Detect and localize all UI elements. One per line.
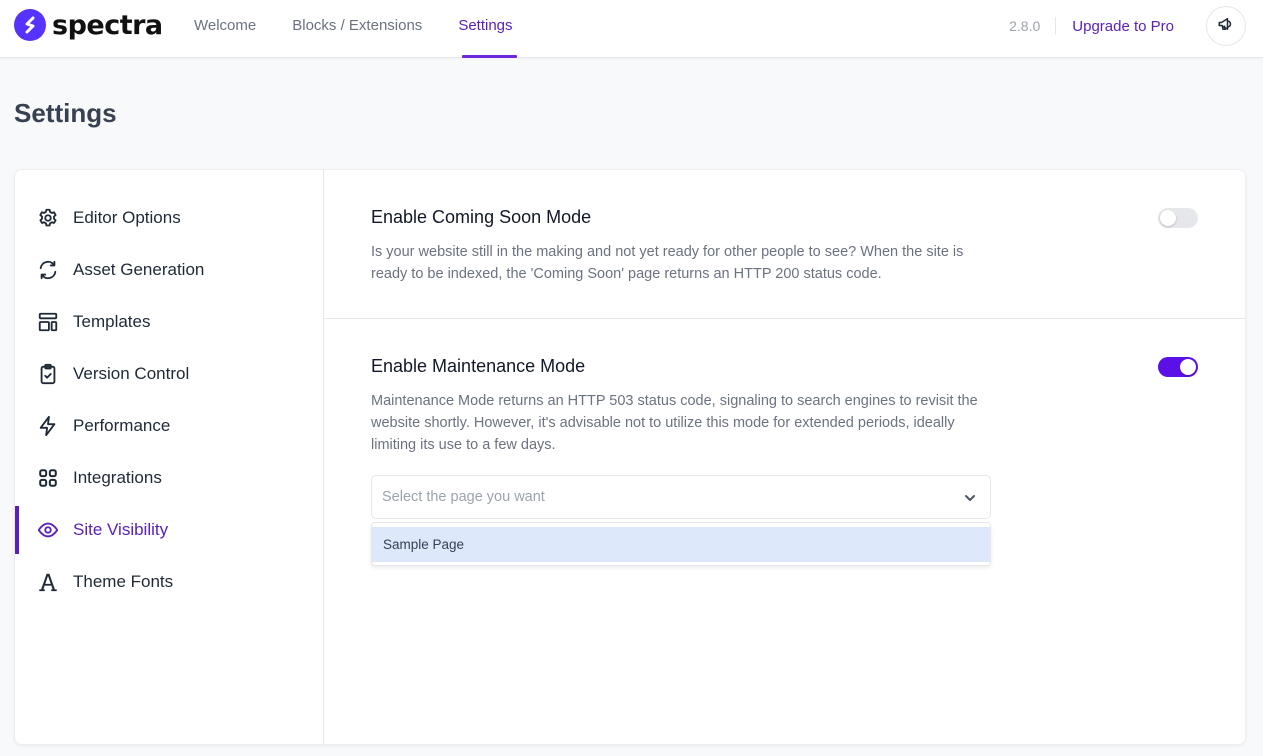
- page-title: Settings: [14, 98, 117, 128]
- spectra-logo-icon: [14, 9, 46, 41]
- refresh-icon: [37, 259, 59, 281]
- coming-soon-section: Enable Coming Soon Mode Is your website …: [324, 170, 1245, 319]
- gear-icon: [37, 207, 59, 229]
- megaphone-icon: [1217, 15, 1235, 38]
- sidebar-item-templates[interactable]: Templates: [15, 298, 323, 346]
- sidebar-item-performance[interactable]: Performance: [15, 402, 323, 450]
- sidebar-item-editor-options[interactable]: Editor Options: [15, 194, 323, 242]
- grid-icon: [37, 467, 59, 489]
- page-options-dropdown: Sample Page: [371, 522, 991, 566]
- sidebar-item-label: Performance: [73, 416, 171, 435]
- spectra-logo[interactable]: spectra: [14, 9, 163, 41]
- tab-blocks-extensions[interactable]: Blocks / Extensions: [274, 0, 440, 58]
- settings-sidebar: Editor Options Asset Generation Template…: [15, 170, 324, 744]
- sidebar-item-label: Templates: [73, 312, 151, 331]
- upgrade-to-pro-link[interactable]: Upgrade to Pro: [1072, 18, 1174, 35]
- sidebar-item-label: Theme Fonts: [73, 572, 174, 591]
- font-icon: [37, 571, 59, 593]
- announcements-button[interactable]: [1206, 6, 1246, 46]
- lightning-icon: [37, 415, 59, 437]
- brand-name: spectra: [52, 9, 163, 41]
- sidebar-item-label: Asset Generation: [73, 260, 205, 279]
- sidebar-item-label: Site Visibility: [73, 520, 169, 539]
- coming-soon-toggle[interactable]: [1158, 208, 1198, 228]
- maintenance-description: Maintenance Mode returns an HTTP 503 sta…: [371, 393, 978, 453]
- maintenance-page-select[interactable]: Select the page you want: [371, 475, 991, 519]
- chevron-down-icon: [962, 490, 978, 506]
- sidebar-item-label: Integrations: [73, 468, 162, 487]
- sidebar-item-version-control[interactable]: Version Control: [15, 350, 323, 398]
- tab-welcome[interactable]: Welcome: [176, 0, 274, 58]
- sidebar-item-site-visibility[interactable]: Site Visibility: [15, 506, 323, 554]
- tab-settings[interactable]: Settings: [440, 0, 530, 58]
- template-icon: [37, 311, 59, 333]
- sidebar-item-label: Editor Options: [73, 208, 181, 227]
- coming-soon-description: Is your website still in the making and …: [371, 244, 964, 282]
- main-nav: Welcome Blocks / Extensions Settings: [176, 0, 531, 58]
- select-placeholder: Select the page you want: [382, 489, 545, 505]
- settings-card: Editor Options Asset Generation Template…: [14, 169, 1246, 745]
- settings-content: Enable Coming Soon Mode Is your website …: [324, 170, 1245, 744]
- dropdown-option-sample-page[interactable]: Sample Page: [372, 527, 990, 562]
- header-tools: 2.8.0 Upgrade to Pro: [1009, 6, 1246, 46]
- toggle-knob: [1160, 210, 1176, 226]
- maintenance-toggle[interactable]: [1158, 357, 1198, 377]
- toggle-knob: [1180, 359, 1196, 375]
- sidebar-item-label: Version Control: [73, 364, 190, 383]
- top-nav-bar: spectra Welcome Blocks / Extensions Sett…: [0, 0, 1263, 58]
- version-label: 2.8.0: [1009, 17, 1057, 35]
- sidebar-item-theme-fonts[interactable]: Theme Fonts: [15, 558, 323, 606]
- sidebar-item-asset-generation[interactable]: Asset Generation: [15, 246, 323, 294]
- clipboard-check-icon: [37, 363, 59, 385]
- maintenance-title: Enable Maintenance Mode: [371, 356, 586, 376]
- sidebar-item-integrations[interactable]: Integrations: [15, 454, 323, 502]
- coming-soon-title: Enable Coming Soon Mode: [371, 207, 592, 227]
- eye-icon: [37, 519, 59, 541]
